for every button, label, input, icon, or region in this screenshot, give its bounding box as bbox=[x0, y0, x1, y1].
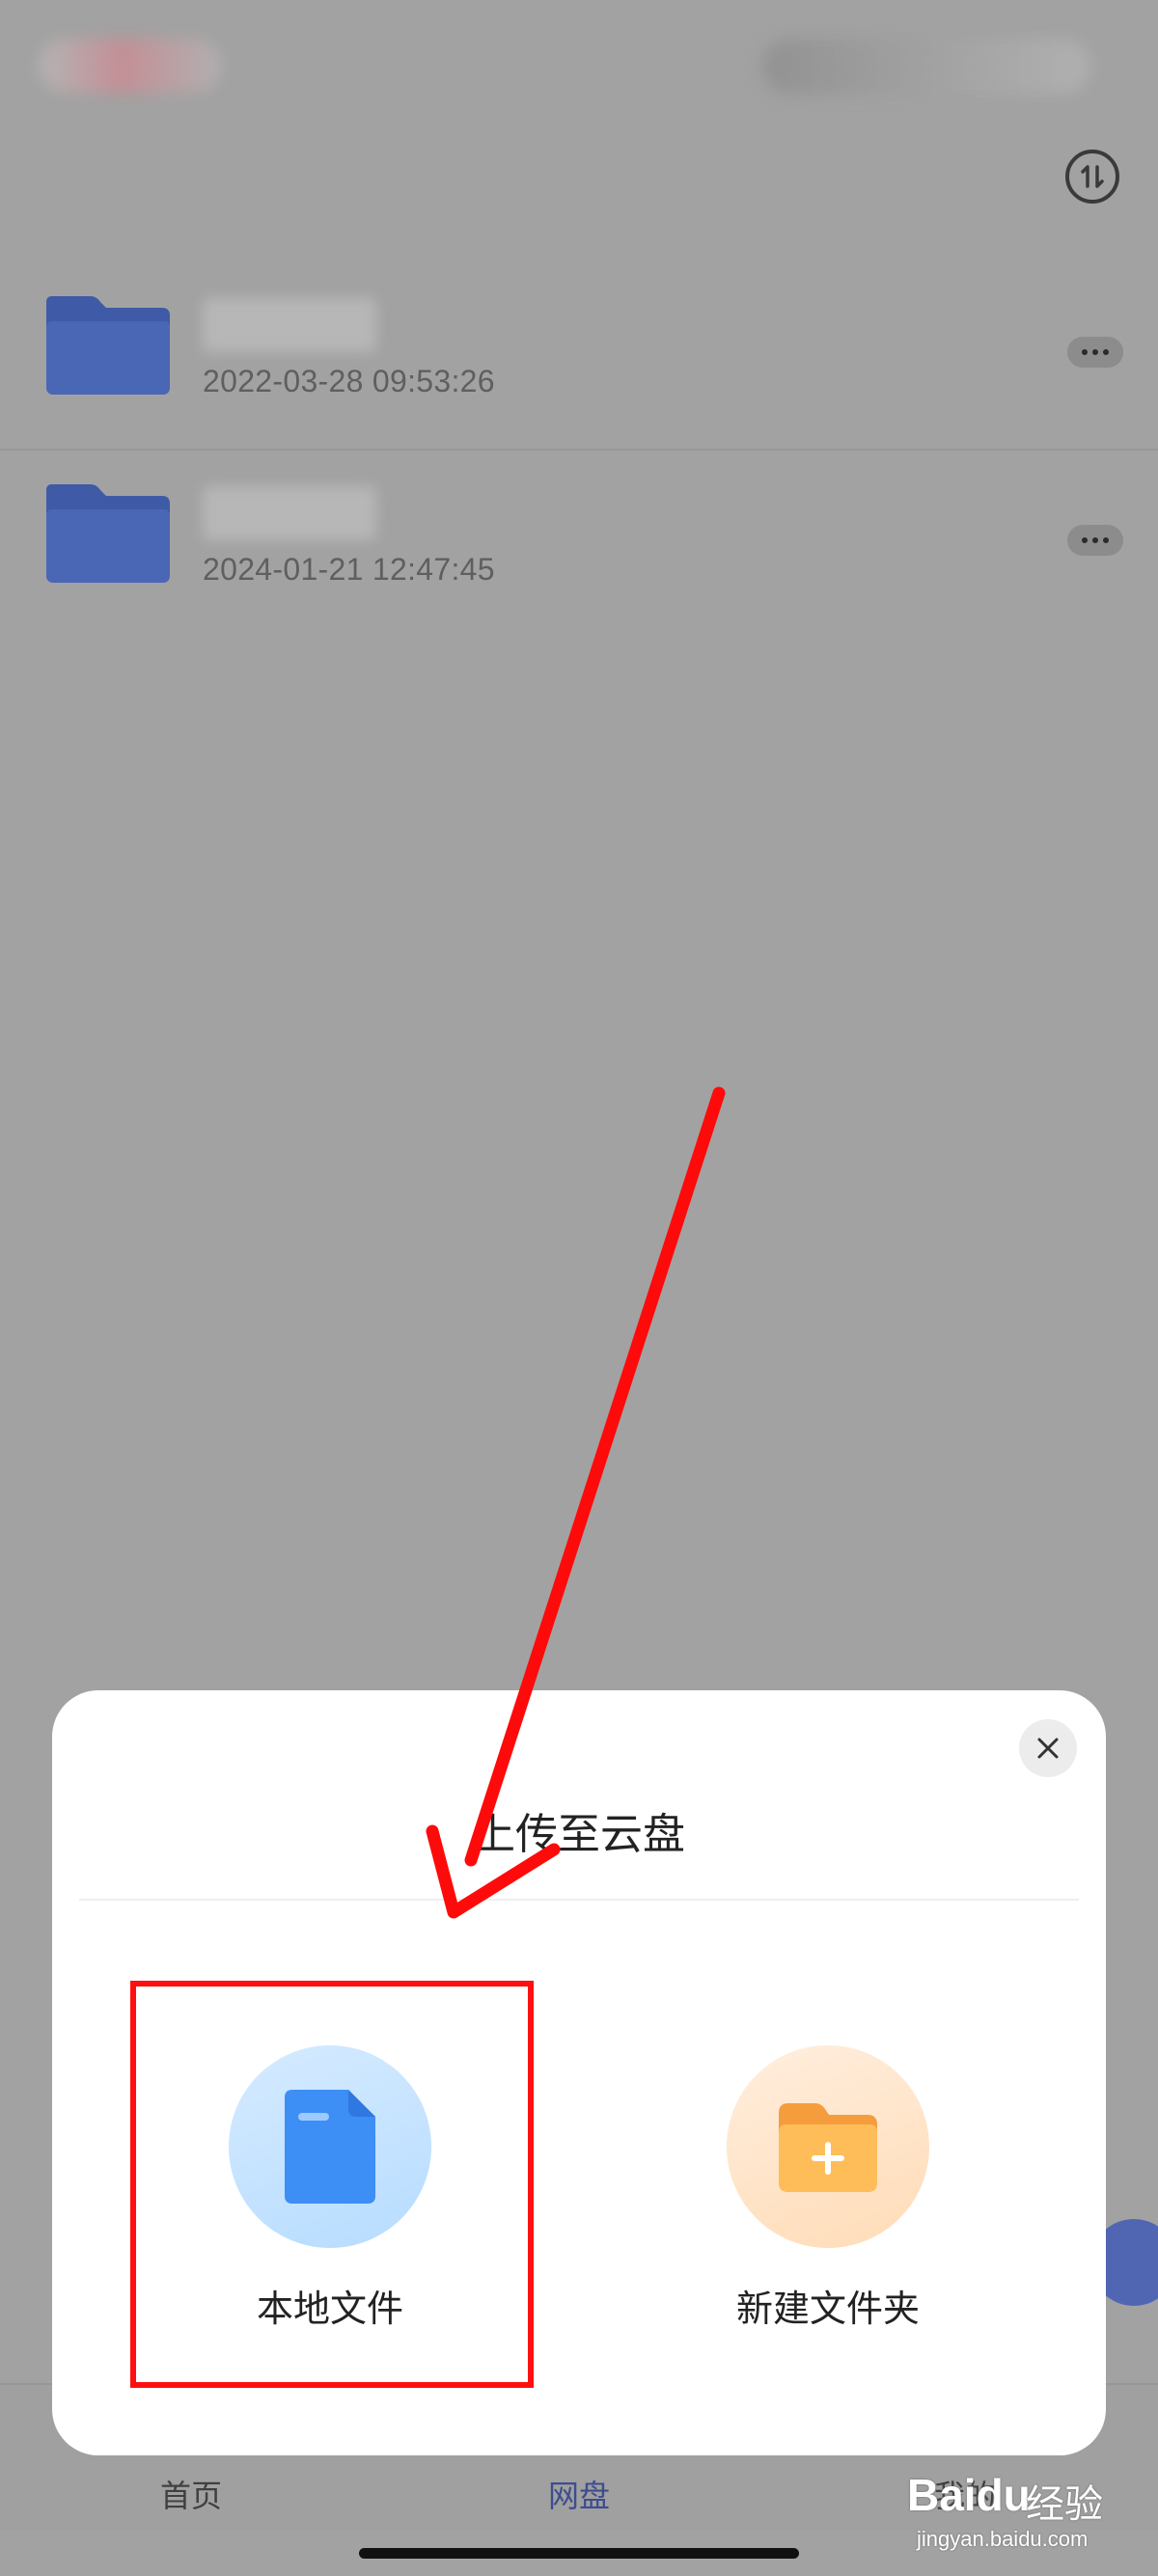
file-row[interactable]: 2024-01-21 12:47:45 bbox=[0, 453, 1158, 637]
folder-icon bbox=[46, 296, 170, 395]
sheet-title: 上传至云盘 bbox=[473, 1811, 685, 1858]
watermark-jingyan: 经验 bbox=[1026, 2483, 1103, 2526]
home-indicator bbox=[359, 2548, 799, 2559]
close-icon bbox=[1037, 1738, 1059, 1759]
more-button[interactable] bbox=[1067, 525, 1123, 556]
new-folder-label: 新建文件夹 bbox=[735, 2289, 920, 2330]
blurred-search bbox=[762, 39, 1090, 95]
new-folder-button[interactable] bbox=[727, 2045, 929, 2248]
blurred-file-name bbox=[203, 298, 376, 352]
folder-icon bbox=[46, 484, 170, 583]
nav-cloud-disk[interactable]: 网盘 bbox=[548, 2472, 610, 2516]
blurred-file-name bbox=[203, 486, 376, 540]
file-row[interactable]: 2022-03-28 09:53:26 bbox=[0, 265, 1158, 451]
watermark: Baidu 经验 jingyan.baidu.com bbox=[888, 2455, 1139, 2562]
more-button[interactable] bbox=[1067, 337, 1123, 368]
close-button[interactable] bbox=[1019, 1719, 1077, 1777]
divider bbox=[79, 1899, 1079, 1901]
watermark-url: jingyan.baidu.com bbox=[917, 2527, 1089, 2551]
watermark-brand: Baidu bbox=[907, 2470, 1031, 2520]
top-bar bbox=[0, 0, 1158, 145]
file-date: 2024-01-21 12:47:45 bbox=[203, 552, 495, 587]
new-folder-icon bbox=[779, 2103, 877, 2192]
sort-icon bbox=[1081, 165, 1104, 188]
highlight-box bbox=[130, 1981, 534, 2388]
nav-home[interactable]: 首页 bbox=[160, 2472, 222, 2516]
file-date: 2022-03-28 09:53:26 bbox=[203, 364, 495, 398]
sort-button[interactable] bbox=[1065, 150, 1119, 204]
blurred-title bbox=[39, 39, 222, 93]
